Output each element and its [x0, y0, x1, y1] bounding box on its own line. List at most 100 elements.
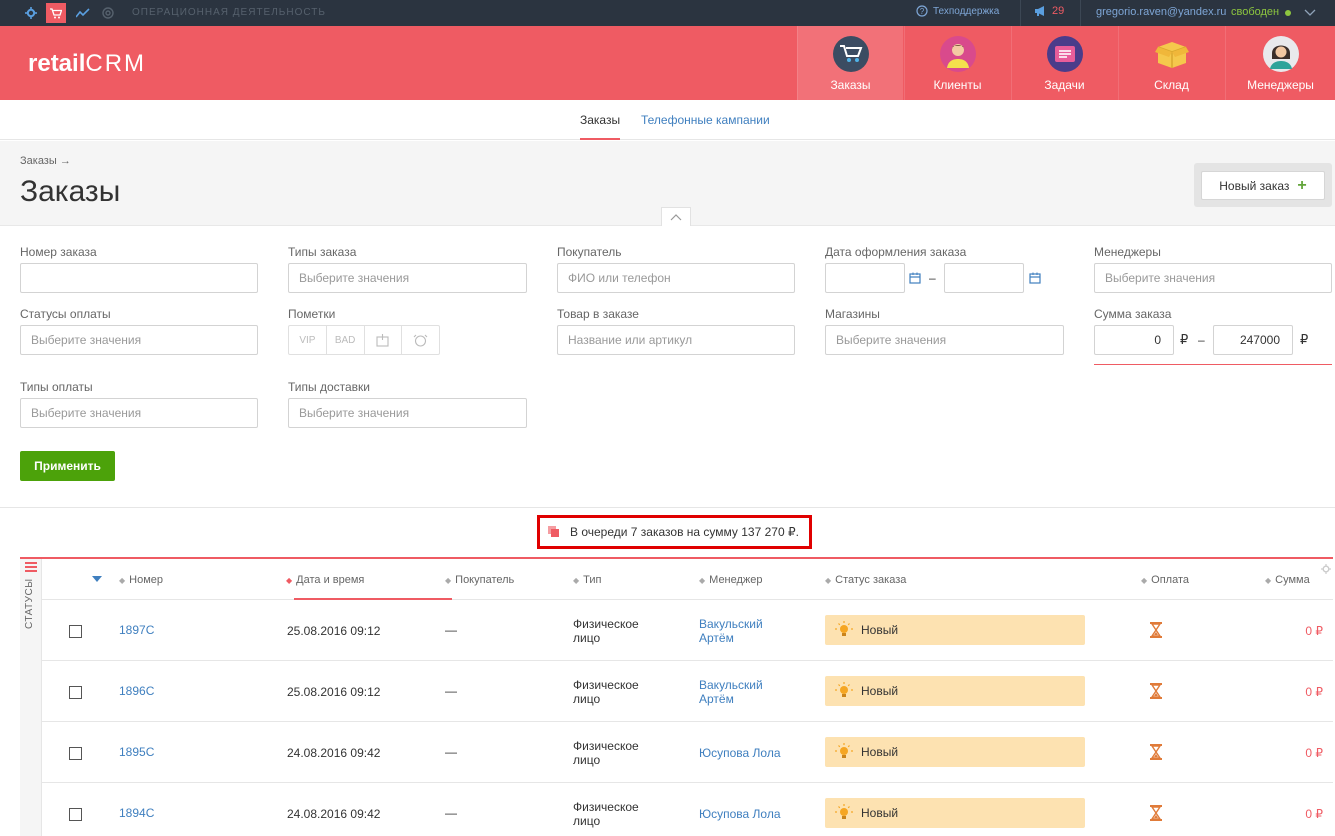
user-email[interactable]: gregorio.raven@yandex.ru	[1096, 6, 1226, 18]
delivery-types-select[interactable]: Выберите значения	[288, 398, 527, 428]
payment-types-select[interactable]: Выберите значения	[20, 398, 258, 428]
order-number-link[interactable]: 1896C	[119, 684, 154, 698]
order-manager-link[interactable]: Юсупова Лола	[699, 746, 789, 760]
statuses-sidebar-toggle[interactable]: СТАТУСЫ	[20, 559, 42, 836]
row-checkbox[interactable]	[69, 625, 82, 638]
subnav-tab-phone-campaigns[interactable]: Телефонные кампании	[641, 113, 770, 127]
table-row[interactable]: 1897C 25.08.2016 09:12 — Физическое лицо…	[42, 600, 1333, 661]
order-types-select[interactable]: Выберите значения	[288, 263, 527, 293]
lightbulb-icon	[835, 621, 853, 636]
table-row[interactable]: 1894C 24.08.2016 09:42 — Физическое лицо…	[42, 783, 1333, 836]
column-header-status[interactable]: ◆ Статус заказа	[825, 574, 906, 586]
order-manager-link[interactable]: Вакульский Артём	[699, 678, 789, 706]
mark-flag-icon[interactable]	[365, 326, 403, 354]
column-header-sum[interactable]: ◆ Сумма	[1265, 574, 1310, 586]
calendar-icon[interactable]	[909, 272, 921, 284]
order-datetime: 25.08.2016 09:12	[287, 685, 381, 699]
order-status-badge[interactable]: Новый	[825, 798, 1085, 828]
calendar-icon[interactable]	[1029, 272, 1041, 284]
order-status-label: Новый	[861, 684, 899, 698]
support-link[interactable]: ? Техподдержка	[916, 5, 999, 17]
retailcrm-logo[interactable]: retailCRM	[28, 50, 146, 78]
order-datetime: 24.08.2016 09:42	[287, 807, 381, 821]
notifications-button[interactable]: 29	[1034, 5, 1064, 17]
new-order-button[interactable]: Новый заказ +	[1201, 171, 1325, 200]
order-status-label: Новый	[861, 745, 899, 759]
date-to-input[interactable]	[944, 263, 1024, 293]
order-type: Физическое лицо	[573, 678, 639, 706]
nav-tab-managers[interactable]: Менеджеры	[1225, 26, 1335, 100]
column-header-number[interactable]: ◆ Номер	[119, 574, 163, 586]
order-status-label: Новый	[861, 806, 899, 820]
column-header-datetime[interactable]: ◆ Дата и время	[286, 574, 364, 586]
order-manager-link[interactable]: Вакульский Артём	[699, 617, 789, 645]
main-header: retailCRM Заказы Клиенты Задачи Склад Ме…	[0, 26, 1335, 100]
marketing-target-icon[interactable]	[99, 4, 117, 22]
order-number-link[interactable]: 1895C	[119, 745, 154, 759]
sort-icon: ◆	[445, 575, 452, 585]
table-header: ◆ Номер ◆ Дата и время ◆ Покупатель ◆ Тип ◆ М…	[42, 559, 1333, 600]
order-manager-link[interactable]: Юсупова Лола	[699, 807, 789, 821]
chevron-down-icon[interactable]	[1304, 6, 1316, 20]
mark-vip-toggle[interactable]: VIP	[289, 326, 327, 354]
sum-from-input[interactable]: 0	[1094, 325, 1174, 355]
tasks-icon	[1046, 36, 1083, 72]
row-checkbox[interactable]	[69, 747, 82, 760]
nav-tab-label: Заказы	[830, 78, 871, 92]
breadcrumb[interactable]: Заказы →	[20, 155, 71, 167]
order-status-badge[interactable]: Новый	[825, 676, 1085, 706]
new-order-button-wrapper: Новый заказ +	[1194, 163, 1332, 207]
nav-tab-clients[interactable]: Клиенты	[904, 26, 1010, 100]
row-checkbox[interactable]	[69, 686, 82, 699]
order-type: Физическое лицо	[573, 800, 639, 828]
date-from-input[interactable]	[825, 263, 905, 293]
subnav-tab-orders[interactable]: Заказы	[580, 113, 621, 140]
buyer-input[interactable]: ФИО или телефон	[557, 263, 795, 293]
product-input[interactable]: Название или артикул	[557, 325, 795, 355]
sum-slider-track[interactable]	[1094, 364, 1332, 365]
order-sum: 0 ₽	[1305, 624, 1323, 638]
order-number-link[interactable]: 1894C	[119, 806, 154, 820]
shops-select[interactable]: Выберите значения	[825, 325, 1064, 355]
nav-tab-tasks[interactable]: Задачи	[1011, 26, 1117, 100]
sort-icon: ◆	[699, 575, 706, 585]
payment-pending-hourglass-icon	[1150, 622, 1162, 641]
select-all-dropdown-icon[interactable]	[92, 576, 102, 582]
collapse-filters-button[interactable]	[661, 207, 691, 226]
delivery-types-label: Типы доставки	[288, 380, 371, 394]
mark-bad-toggle[interactable]: BAD	[327, 326, 365, 354]
row-checkbox[interactable]	[69, 808, 82, 821]
mark-alarm-clock-icon[interactable]	[402, 326, 439, 354]
sort-icon: ◆	[825, 575, 832, 585]
apply-filters-button[interactable]: Применить	[20, 451, 115, 481]
svg-text:?: ?	[920, 7, 925, 16]
order-datetime: 25.08.2016 09:12	[287, 624, 381, 638]
ruble-sign: ₽	[1300, 332, 1309, 347]
user-status[interactable]: свободен	[1231, 6, 1279, 18]
order-number-label: Номер заказа	[20, 245, 97, 259]
managers-select[interactable]: Выберите значения	[1094, 263, 1332, 293]
nav-tab-warehouse[interactable]: Склад	[1118, 26, 1224, 100]
payment-statuses-select[interactable]: Выберите значения	[20, 325, 258, 355]
order-number-link[interactable]: 1897C	[119, 623, 154, 637]
order-types-label: Типы заказа	[288, 245, 357, 259]
table-row[interactable]: 1896C 25.08.2016 09:12 — Физическое лицо…	[42, 661, 1333, 722]
column-header-payment[interactable]: ◆ Оплата	[1141, 574, 1189, 586]
table-row[interactable]: 1895C 24.08.2016 09:42 — Физическое лицо…	[42, 722, 1333, 783]
sort-icon: ◆	[286, 575, 293, 585]
analytics-chart-icon[interactable]	[74, 4, 92, 22]
order-buyer: —	[445, 623, 457, 637]
order-status-badge[interactable]: Новый	[825, 615, 1085, 645]
order-status-badge[interactable]: Новый	[825, 737, 1085, 767]
column-header-type[interactable]: ◆ Тип	[573, 574, 602, 586]
cart-icon[interactable]	[46, 3, 66, 23]
order-number-input[interactable]	[20, 263, 258, 293]
column-header-manager[interactable]: ◆ Менеджер	[699, 574, 763, 586]
order-type: Физическое лицо	[573, 739, 639, 767]
payment-pending-hourglass-icon	[1150, 805, 1162, 824]
nav-tab-orders[interactable]: Заказы	[797, 26, 903, 100]
settings-gear-icon[interactable]	[22, 4, 40, 22]
sum-to-input[interactable]: 247000	[1213, 325, 1293, 355]
table-settings-gear-icon[interactable]	[1321, 563, 1331, 577]
column-header-buyer[interactable]: ◆ Покупатель	[445, 574, 514, 586]
